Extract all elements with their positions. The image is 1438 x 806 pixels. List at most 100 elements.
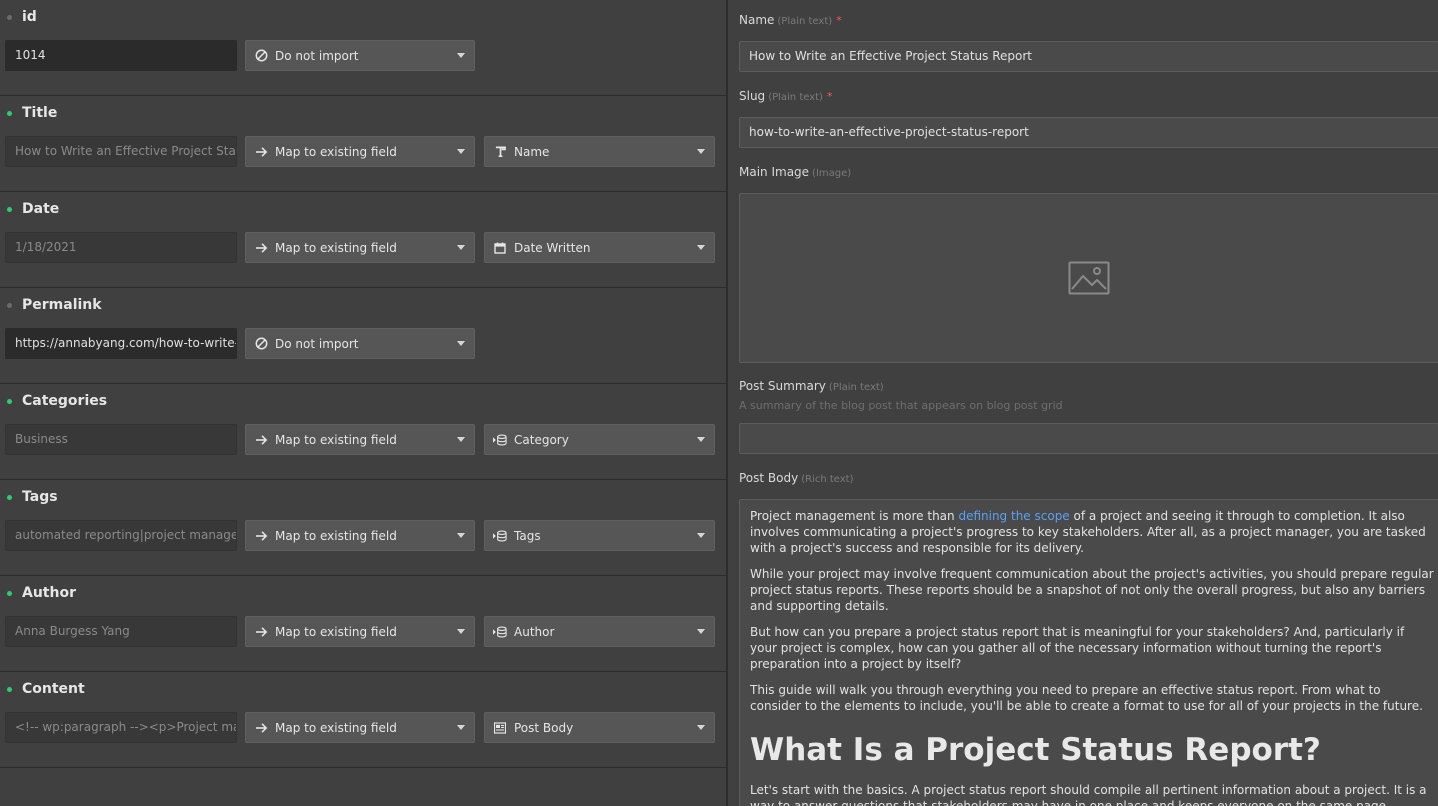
arrow-right-icon [254, 145, 268, 159]
chevron-down-icon [697, 149, 705, 154]
chevron-down-icon [457, 629, 465, 634]
status-dot [7, 206, 12, 212]
field-row-content: Content <!-- wp:paragraph --><p>Project m… [0, 672, 726, 768]
field-row-categories: Categories Business Map to existing field C… [0, 384, 726, 480]
target-field-select[interactable]: Post Body [484, 712, 715, 743]
reference-icon [493, 433, 507, 447]
name-input[interactable]: How to Write an Effective Project Status… [739, 41, 1438, 72]
import-action-select[interactable]: Do not import [245, 40, 475, 71]
reference-icon [493, 529, 507, 543]
sample-value: Anna Burgess Yang [5, 616, 237, 647]
import-action-select[interactable]: Map to existing field [245, 424, 475, 455]
sample-value: How to Write an Effective Project Stat [5, 136, 237, 167]
import-action-value: Map to existing field [275, 240, 397, 255]
field-header: Author [5, 584, 76, 602]
post-body-editor[interactable]: Project management is more than defining… [739, 499, 1438, 806]
body-paragraph: But how can you prepare a project status… [750, 625, 1405, 671]
status-dot [7, 14, 12, 20]
field-label: Author [22, 585, 76, 601]
target-field-value: Post Body [514, 720, 574, 735]
chevron-down-icon [697, 245, 705, 250]
status-dot [7, 398, 12, 404]
name-field-label: Name (Plain text) * [739, 13, 842, 27]
chevron-down-icon [457, 437, 465, 442]
field-header: Categories [5, 392, 107, 410]
field-label: id [22, 9, 37, 25]
block-icon [254, 337, 268, 351]
sample-value: 1014 [5, 40, 237, 71]
chevron-down-icon [457, 341, 465, 346]
target-field-value: Date Written [514, 240, 591, 255]
target-field-select[interactable]: Category [484, 424, 715, 455]
rich-text-icon [493, 721, 507, 735]
chevron-down-icon [697, 533, 705, 538]
sample-value: 1/18/2021 [5, 232, 237, 263]
slug-field-label: Slug (Plain text) * [739, 89, 833, 103]
chevron-down-icon [457, 245, 465, 250]
field-label: Title [22, 105, 58, 121]
field-row-date: Date 1/18/2021 Map to existing field Date W… [0, 192, 726, 288]
body-paragraph: Let's start with the basics. A project s… [750, 783, 1427, 806]
body-heading: What Is a Project Status Report? [750, 732, 1321, 768]
field-row-author: Author Anna Burgess Yang Map to existing f… [0, 576, 726, 672]
field-header: Permalink [5, 296, 102, 314]
sample-value: Business [5, 424, 237, 455]
target-field-value: Category [514, 432, 569, 447]
import-action-value: Map to existing field [275, 528, 397, 543]
field-row-title: Title How to Write an Effective Project S… [0, 96, 726, 192]
image-placeholder-icon [1068, 261, 1110, 295]
field-label: Categories [22, 393, 108, 409]
import-action-select[interactable]: Map to existing field [245, 616, 475, 647]
calendar-icon [493, 241, 507, 255]
field-header: Content [5, 680, 85, 698]
sample-value: https://annabyang.com/how-to-write- [5, 328, 237, 359]
sample-value: <!-- wp:paragraph --><p>Project mar [5, 712, 237, 743]
import-action-select[interactable]: Map to existing field [245, 232, 475, 263]
target-field-select[interactable]: Tags [484, 520, 715, 551]
chevron-down-icon [457, 149, 465, 154]
chevron-down-icon [697, 629, 705, 634]
import-action-select[interactable]: Map to existing field [245, 136, 475, 167]
post-summary-field-label: Post Summary (Plain text) [739, 379, 884, 393]
import-action-value: Map to existing field [275, 624, 397, 639]
reference-icon [493, 625, 507, 639]
main-image-dropzone[interactable] [739, 193, 1438, 363]
field-row-id: id 1014 Do not import [0, 0, 726, 96]
sample-value: automated reporting|project manager [5, 520, 237, 551]
slug-input[interactable]: how-to-write-an-effective-project-status… [739, 117, 1438, 148]
field-header: Tags [5, 488, 58, 506]
import-action-select[interactable]: Map to existing field [245, 712, 475, 743]
block-icon [254, 49, 268, 63]
defining-scope-link[interactable]: defining the scope [958, 509, 1069, 523]
field-label: Tags [22, 489, 58, 505]
arrow-right-icon [254, 241, 268, 255]
main-image-field-label: Main Image (Image) [739, 165, 852, 179]
field-header: Title [5, 104, 57, 122]
target-field-select[interactable]: Author [484, 616, 715, 647]
chevron-down-icon [697, 437, 705, 442]
status-dot [7, 302, 12, 308]
status-dot [7, 110, 12, 116]
field-label: Date [22, 201, 60, 217]
chevron-down-icon [457, 53, 465, 58]
body-paragraph: This guide will walk you through everyth… [750, 683, 1423, 713]
field-label: Content [22, 681, 85, 697]
status-dot [7, 686, 12, 692]
target-field-value: Name [514, 144, 550, 159]
status-dot [7, 494, 12, 500]
arrow-right-icon [254, 625, 268, 639]
post-summary-input[interactable] [739, 423, 1438, 454]
import-action-value: Do not import [275, 336, 359, 351]
target-field-value: Author [514, 624, 555, 639]
body-paragraph: While your project may involve frequent … [750, 567, 1434, 613]
status-dot [7, 590, 12, 596]
arrow-right-icon [254, 529, 268, 543]
import-action-select[interactable]: Do not import [245, 328, 475, 359]
import-action-select[interactable]: Map to existing field [245, 520, 475, 551]
target-field-select[interactable]: Date Written [484, 232, 715, 263]
target-field-value: Tags [514, 528, 541, 543]
field-label: Permalink [22, 297, 102, 313]
chevron-down-icon [457, 533, 465, 538]
import-action-value: Map to existing field [275, 144, 397, 159]
target-field-select[interactable]: Name [484, 136, 715, 167]
